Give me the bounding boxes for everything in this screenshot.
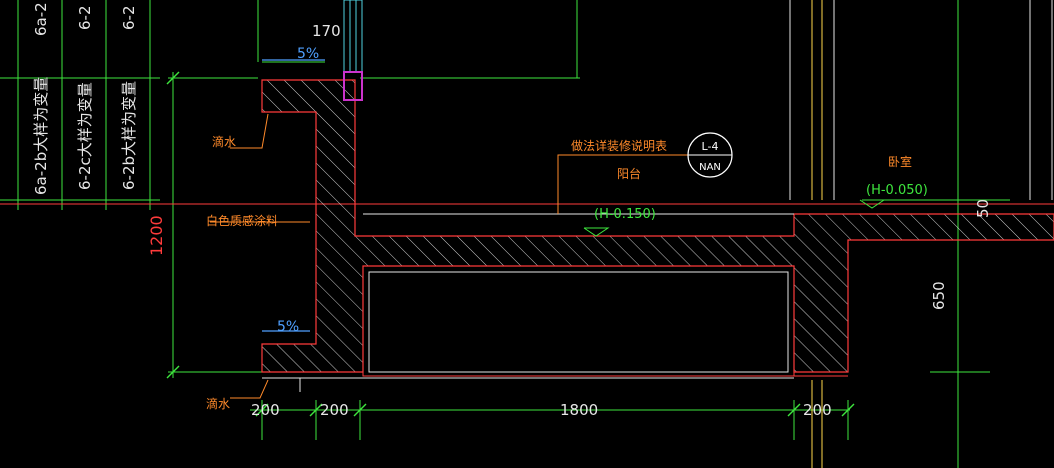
note-bedroom: 卧室 xyxy=(888,154,912,169)
dim-bottom-1: 200 xyxy=(251,401,280,419)
concrete-section xyxy=(261,79,1054,373)
note-drip-bottom: 滴水 xyxy=(206,396,230,411)
dim-1200: 1200 xyxy=(147,215,166,256)
note-white-paint: 白色质感涂料 xyxy=(206,213,278,228)
top-column-label-1: 6a-2 xyxy=(32,2,50,36)
detail-number: L-4 xyxy=(702,140,719,153)
level-balcony: (H-0.150) xyxy=(594,207,656,222)
slope-bottom: 5% xyxy=(277,319,299,335)
dim-650: 650 xyxy=(930,281,948,310)
dim-50: 50 xyxy=(974,199,992,218)
note-finish-ref: 做法详装修说明表 xyxy=(571,138,667,153)
slope-top: 5% xyxy=(297,46,319,62)
top-column-label-2: 6-2 xyxy=(76,6,94,31)
level-bedroom: (H-0.050) xyxy=(866,183,928,198)
top-column-label-3: 6-2 xyxy=(120,6,138,31)
column-outline xyxy=(789,0,1053,200)
column-label-2: 6-2c大样为变量 xyxy=(76,82,94,190)
dim-bottom-3: 1800 xyxy=(560,401,598,419)
dim-bottom-2: 200 xyxy=(320,401,349,419)
dim-170: 170 xyxy=(312,22,341,40)
detail-marker: L-4 NAN xyxy=(687,132,733,178)
note-balcony: 阳台 xyxy=(617,166,641,181)
cad-drawing: L-4 NAN 6a-2b大样为变量 6-2c大样为变量 6-2b大样为变量 6… xyxy=(0,0,1054,468)
detail-ref: NAN xyxy=(699,162,721,173)
column-label-1: 6a-2b大样为变量 xyxy=(32,77,50,195)
column-label-3: 6-2b大样为变量 xyxy=(120,81,138,190)
note-drip-top: 滴水 xyxy=(212,134,236,149)
dim-bottom-4: 200 xyxy=(803,401,832,419)
